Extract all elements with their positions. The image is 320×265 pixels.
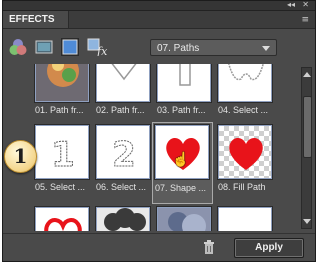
effect-thumbnail[interactable] xyxy=(94,207,154,231)
effect-preview-image xyxy=(96,64,150,102)
effects-thumbnail-grid: 01. Path fr... 02. Path fr... 03. Path f… xyxy=(33,64,297,231)
heart-fill-icon xyxy=(229,138,263,170)
effect-preview-image xyxy=(35,64,89,102)
apply-button[interactable]: Apply xyxy=(234,238,304,258)
effect-preview-image xyxy=(218,64,272,102)
close-icon[interactable]: ✕ xyxy=(302,0,309,9)
vertical-scrollbar[interactable] xyxy=(301,67,312,229)
effect-preview-image xyxy=(157,64,211,102)
photo-effects-icon[interactable] xyxy=(61,38,79,56)
effect-thumbnail[interactable]: 2 06. Select ... xyxy=(94,125,154,195)
effect-preview-image xyxy=(157,207,211,231)
filters-icon[interactable] xyxy=(9,38,27,56)
effect-preview-image: 1 xyxy=(35,125,89,179)
effect-thumbnail[interactable]: 02. Path fr... xyxy=(94,64,154,118)
effect-preview-image: 2 xyxy=(96,125,150,179)
effect-label: 03. Path fr... xyxy=(157,105,206,115)
effect-label: 01. Path fr... xyxy=(35,105,84,115)
effect-label: 04. Select ... xyxy=(218,105,269,115)
scrollbar-thumb[interactable] xyxy=(303,96,312,158)
effect-label: 05. Select ... xyxy=(35,182,86,192)
effect-label: 02. Path fr... xyxy=(96,105,145,115)
all-effects-icon[interactable]: fx xyxy=(87,38,109,56)
trash-icon[interactable] xyxy=(203,240,215,254)
effect-preview-image xyxy=(218,207,272,231)
effects-panel: ◂◂ ✕ EFFECTS ≡ fx 07. Paths 01. Path fr.… xyxy=(2,0,316,262)
path-outline-icon xyxy=(179,64,191,86)
panel-menu-icon[interactable]: ≡ xyxy=(301,15,309,25)
panel-footer: Apply xyxy=(3,233,315,262)
chevron-down-icon xyxy=(262,46,270,51)
path-outline-icon xyxy=(228,64,264,81)
scroll-down-icon[interactable] xyxy=(303,219,311,224)
svg-text:2: 2 xyxy=(112,135,136,175)
effect-thumbnail[interactable]: 1 05. Select ... xyxy=(33,125,93,195)
effect-preview-image xyxy=(218,125,272,179)
category-dropdown-value: 07. Paths xyxy=(157,43,200,54)
category-dropdown[interactable]: 07. Paths xyxy=(150,39,277,56)
tab-bar: EFFECTS ≡ xyxy=(3,11,315,29)
scroll-up-icon[interactable] xyxy=(303,72,311,77)
panel-title-bar: ◂◂ ✕ xyxy=(3,0,315,11)
cloud-icon xyxy=(104,208,146,231)
effect-label: 08. Fill Path xyxy=(218,182,266,192)
effect-thumbnail[interactable] xyxy=(155,207,215,231)
path-outline-icon xyxy=(111,64,137,81)
svg-text:1: 1 xyxy=(51,135,75,175)
effects-toolbar: fx 07. Paths xyxy=(3,29,315,63)
effect-label: 06. Select ... xyxy=(96,182,147,192)
effect-preview-image xyxy=(35,207,89,231)
digit-two-outline-icon: 2 xyxy=(112,135,137,176)
effect-thumbnail[interactable] xyxy=(33,207,93,231)
effect-preview-image xyxy=(96,207,150,231)
hand-cursor-icon: ☝ xyxy=(172,151,190,167)
digit-one-outline-icon: 1 xyxy=(51,135,76,176)
tab-effects[interactable]: EFFECTS xyxy=(3,11,69,28)
effect-thumbnail[interactable]: 08. Fill Path xyxy=(216,125,276,195)
effect-thumbnail[interactable]: 04. Select ... xyxy=(216,64,276,118)
effect-thumbnail[interactable] xyxy=(216,207,276,231)
effect-label: 07. Shape ... xyxy=(155,183,207,193)
collapse-icon[interactable]: ◂◂ xyxy=(287,0,295,9)
svg-text:fx: fx xyxy=(96,45,108,56)
effect-thumbnail[interactable]: 03. Path fr... xyxy=(155,64,215,118)
effect-thumbnail[interactable]: 01. Path fr... xyxy=(33,64,93,118)
photo-icon xyxy=(158,208,210,231)
heart-stroke-icon xyxy=(44,218,82,231)
photo-icon xyxy=(36,64,88,101)
layer-styles-icon[interactable] xyxy=(35,38,53,56)
step-callout-badge: 1 xyxy=(4,140,37,173)
